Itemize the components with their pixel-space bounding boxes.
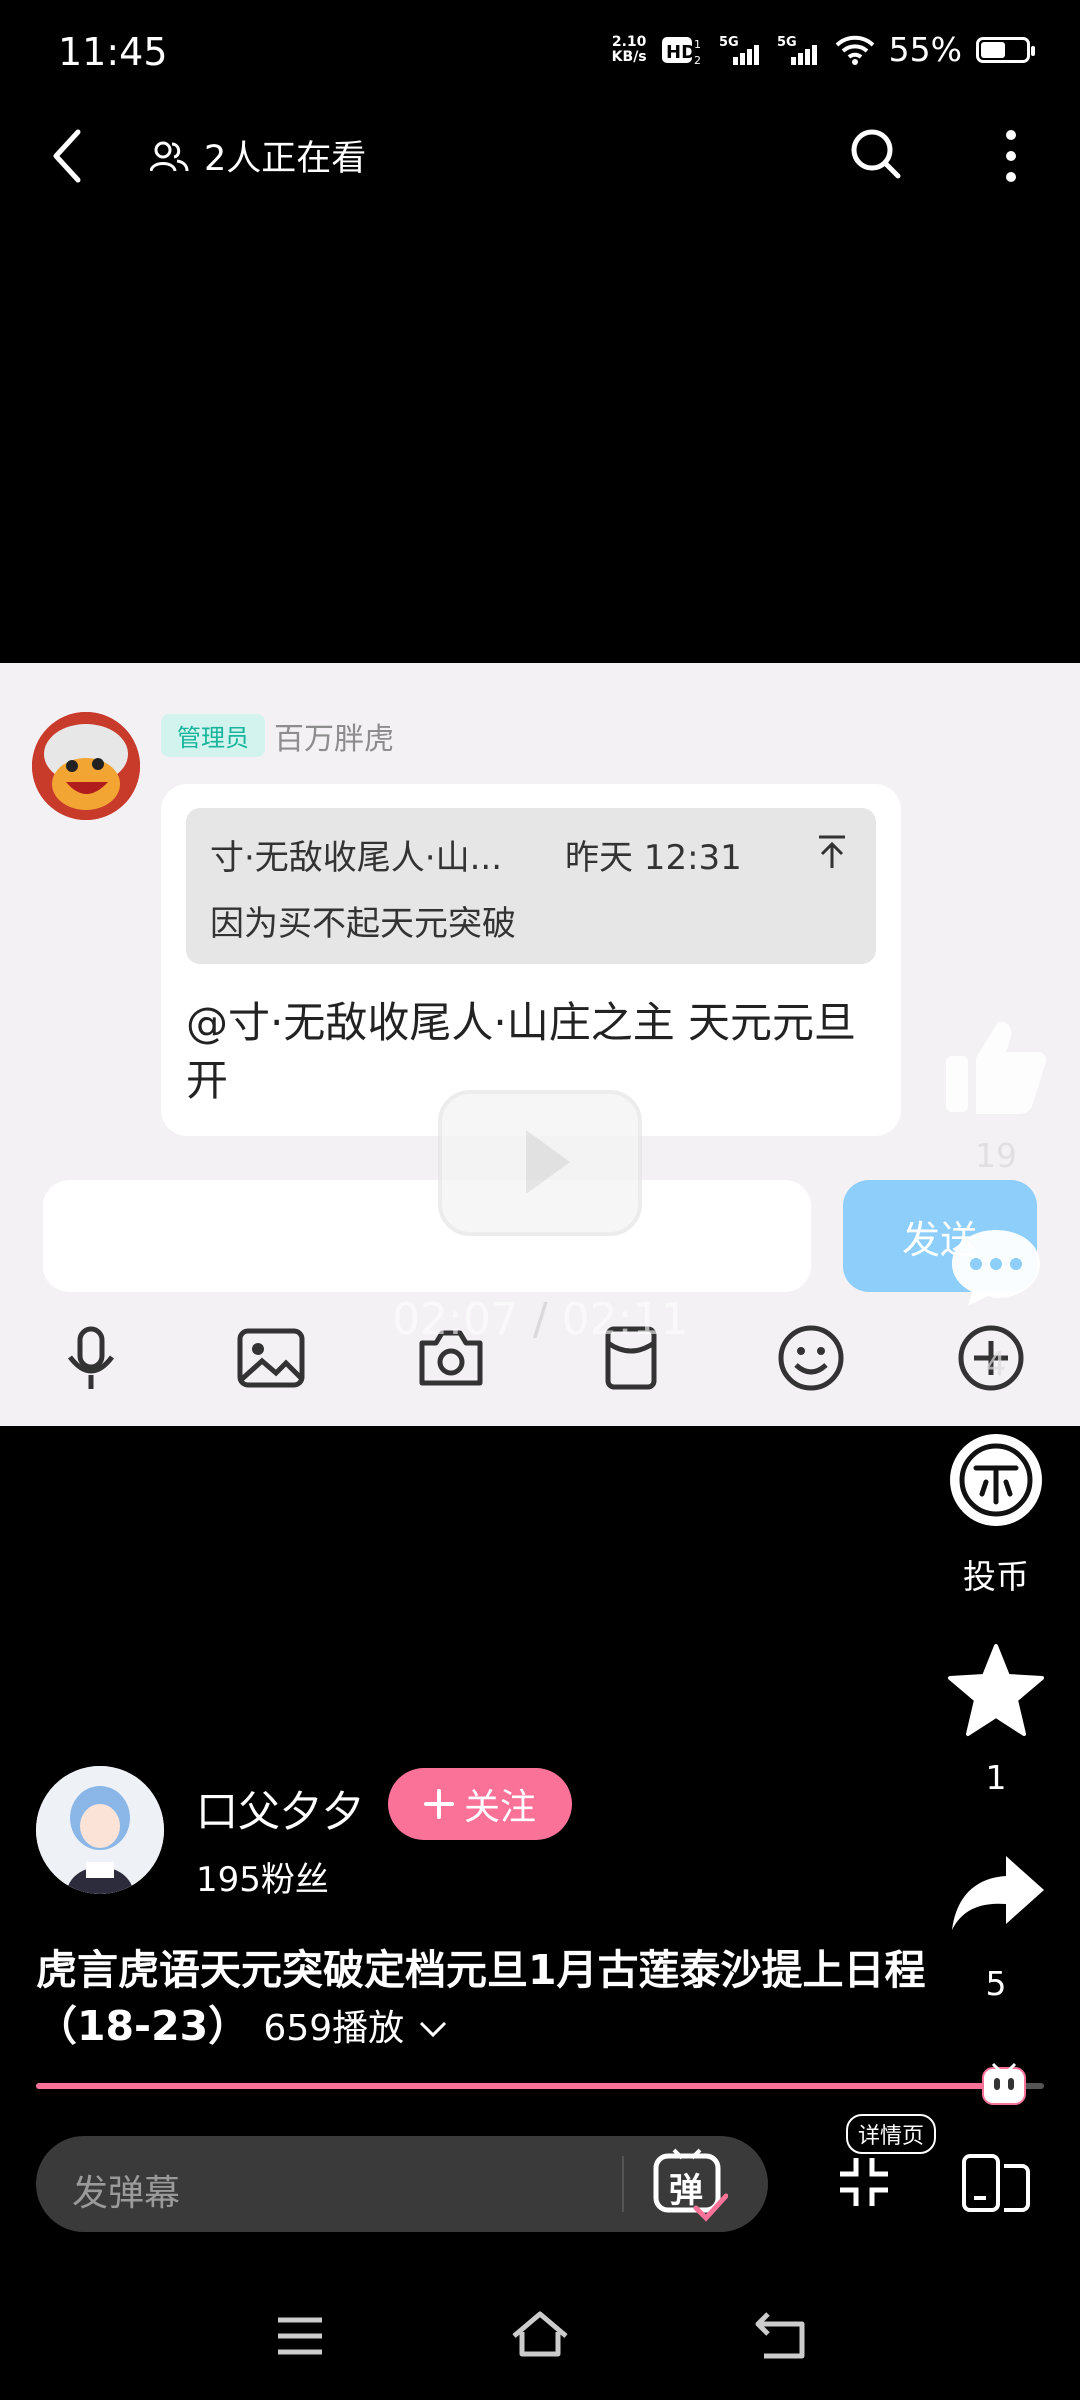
coin-icon[interactable] <box>948 1432 1044 1528</box>
signal-5g-icon: 5G <box>777 35 817 65</box>
chat-input-box <box>43 1180 811 1292</box>
status-icons: 2.10 KB/s HD 1 2 5G 5G 55% <box>611 30 1035 69</box>
play-count: 659播放 <box>263 2008 405 2049</box>
playback-time: 02:07 / 02:11 <box>392 1294 689 1345</box>
svg-text:HD: HD <box>666 42 696 63</box>
plus-icon <box>423 1789 454 1819</box>
image-icon <box>237 1328 305 1388</box>
emoji-icon <box>778 1325 844 1391</box>
chat-username: 百万胖虎 <box>274 722 394 757</box>
chevron-down-icon[interactable] <box>418 2019 448 2039</box>
follow-button[interactable]: 关注 <box>388 1768 572 1840</box>
progress-fill <box>36 2083 1004 2089</box>
back-icon[interactable] <box>48 128 88 184</box>
wifi-icon <box>835 35 875 65</box>
danmaku-placeholder: 发弹幕 <box>72 2173 181 2214</box>
hd-icon: HD1 2 <box>661 36 701 66</box>
net-speed: 2.10 KB/s <box>611 33 647 65</box>
admin-badge: 管理员 <box>161 714 265 757</box>
search-icon[interactable] <box>848 126 904 182</box>
back-nav-icon[interactable] <box>754 2310 810 2360</box>
home-icon[interactable] <box>510 2310 570 2358</box>
progress-thumb-icon[interactable] <box>981 2062 1027 2108</box>
share-count: 5 <box>985 1964 1007 2003</box>
favorite-count: 1 <box>985 1758 1007 1797</box>
uploader-avatar[interactable] <box>36 1766 164 1894</box>
menu-icon[interactable] <box>276 2316 324 2356</box>
favorite-icon[interactable] <box>946 1642 1046 1738</box>
like-icon[interactable] <box>944 1016 1048 1116</box>
play-icon[interactable] <box>436 1066 644 1238</box>
divider <box>622 2156 624 2212</box>
comment-icon[interactable] <box>948 1226 1044 1310</box>
svg-text:1: 1 <box>694 38 701 51</box>
quote-author: 寸·无敌收尾人·山... <box>210 838 503 878</box>
coin-label: 投币 <box>963 1557 1029 1596</box>
svg-text:2: 2 <box>694 54 701 66</box>
pin-top-icon <box>819 835 845 868</box>
chat-avatar <box>32 712 140 820</box>
quote-text: 因为买不起天元突破 <box>210 904 516 944</box>
fans-count: 195粉丝 <box>196 1860 329 1900</box>
detail-page-label: 详情页 <box>846 2114 937 2154</box>
viewers-count: 2人正在看 <box>150 130 366 181</box>
microphone-icon <box>68 1326 114 1389</box>
danmaku-toggle[interactable]: 弹 <box>652 2146 728 2222</box>
battery-icon <box>976 36 1035 63</box>
signal-5g-icon: 5G <box>719 35 759 65</box>
quote-time: 昨天 12:31 <box>565 838 742 878</box>
uploader-name[interactable]: 口父夕夕 <box>196 1778 364 1839</box>
battery-percent: 55% <box>888 30 962 69</box>
video-title[interactable]: 虎言虎语天元突破定档元旦1月古莲泰沙提上日程（18-23） 659播放 <box>36 1942 926 2057</box>
people-icon <box>150 141 189 172</box>
more-vertical-icon[interactable] <box>996 128 1026 184</box>
svg-text:5G: 5G <box>777 35 797 50</box>
portrait-mode-icon[interactable] <box>960 2152 1032 2214</box>
status-time: 11:45 <box>58 30 168 74</box>
svg-text:5G: 5G <box>719 35 739 50</box>
like-count: 19 <box>975 1136 1017 1175</box>
exit-fullscreen-icon[interactable] <box>838 2156 890 2208</box>
share-icon[interactable] <box>948 1852 1048 1932</box>
comment-count: 4 <box>985 1344 1007 1383</box>
